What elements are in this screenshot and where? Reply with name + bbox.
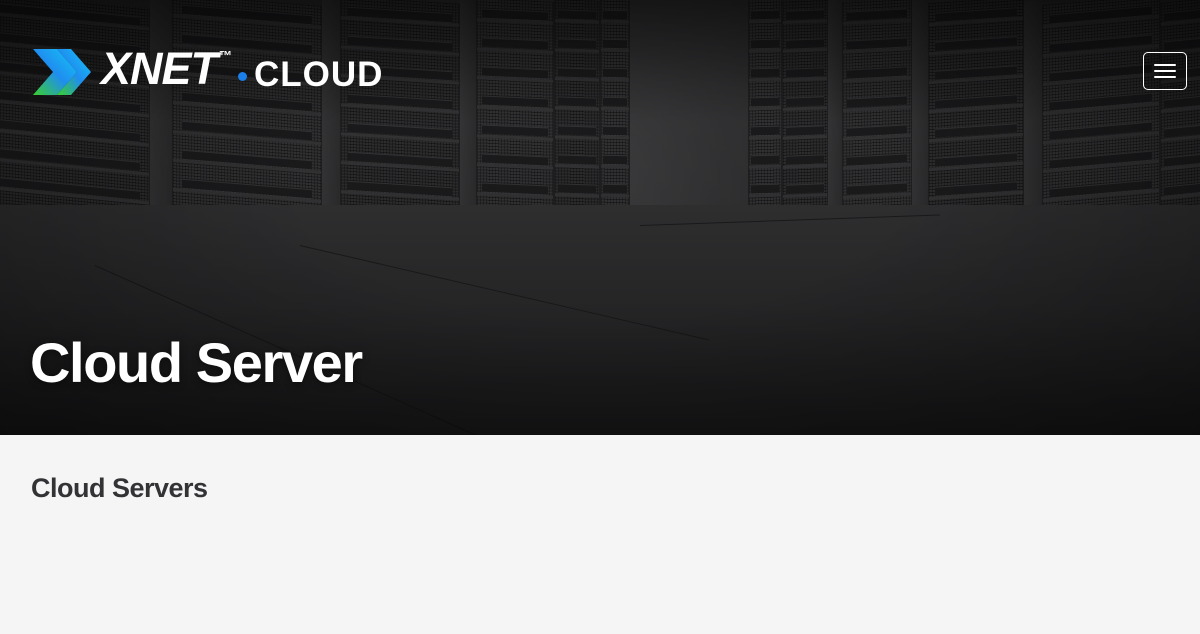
page-title: Cloud Server	[30, 331, 363, 394]
logo-dot-icon	[238, 72, 248, 81]
hamburger-bar	[1154, 76, 1176, 78]
site-logo[interactable]: XNET ™ CLOUD	[31, 46, 383, 97]
logo-trademark: ™	[219, 48, 233, 63]
main-content: Cloud Servers Plan - 1	[0, 473, 1200, 504]
xnet-chevron-logo-icon	[33, 48, 91, 95]
logo-subbrand-text: CLOUD	[254, 55, 384, 94]
hamburger-bar	[1154, 64, 1176, 66]
hamburger-menu-button[interactable]	[1143, 52, 1187, 90]
hamburger-bar	[1154, 70, 1176, 72]
hero-banner: XNET ™ CLOUD Cloud Server	[0, 0, 1200, 435]
logo-brand-text: XNET	[101, 43, 218, 94]
section-title: Cloud Servers	[31, 473, 208, 503]
